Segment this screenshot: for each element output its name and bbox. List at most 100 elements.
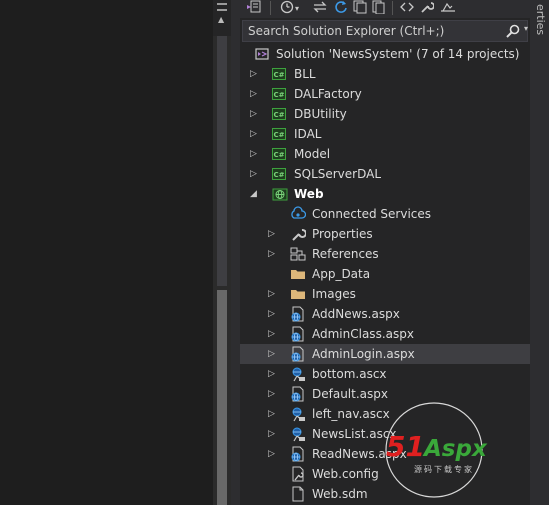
tree-item-bll[interactable]: ▷ C# BLL bbox=[240, 64, 530, 84]
collapsed-arrow-icon[interactable]: ▷ bbox=[268, 428, 278, 440]
tree-item-label: Solution 'NewsSystem' (7 of 14 projects) bbox=[276, 47, 520, 61]
collapsed-arrow-icon[interactable]: ▷ bbox=[268, 328, 278, 340]
tree-item-app-data[interactable]: App_Data bbox=[240, 264, 530, 284]
collapsed-arrow-icon[interactable]: ▷ bbox=[250, 88, 260, 100]
tree-item-label: DALFactory bbox=[294, 87, 362, 101]
scrollbar-top: ▲ bbox=[213, 0, 231, 36]
editor-area bbox=[0, 0, 213, 505]
tree-item-model[interactable]: ▷ C# Model bbox=[240, 144, 530, 164]
scrollbar-thumb[interactable] bbox=[217, 290, 227, 505]
solution-icon bbox=[254, 46, 270, 62]
tree-item-label: App_Data bbox=[312, 267, 371, 281]
collapsed-arrow-icon[interactable]: ▷ bbox=[268, 308, 278, 320]
toolbar-separator-2 bbox=[392, 1, 393, 15]
collapsed-arrow-icon[interactable]: ▷ bbox=[268, 388, 278, 400]
aspx-page-icon bbox=[290, 346, 306, 362]
tree-item-label: AdminLogin.aspx bbox=[312, 347, 415, 361]
collapsed-arrow-icon[interactable]: ▷ bbox=[268, 368, 278, 380]
tree-item-label: AdminClass.aspx bbox=[312, 327, 414, 341]
search-icon[interactable] bbox=[505, 23, 521, 39]
properties-tab-label: erties bbox=[534, 4, 547, 36]
aspx-page-icon bbox=[290, 326, 306, 342]
tree-item-idal[interactable]: ▷ C# IDAL bbox=[240, 124, 530, 144]
properties-wrench-icon[interactable] bbox=[420, 0, 434, 14]
collapsed-arrow-icon[interactable]: ▷ bbox=[268, 288, 278, 300]
watermark-brand: Aspx bbox=[422, 436, 488, 462]
tree-item-web[interactable]: ◢ Web bbox=[240, 184, 530, 204]
tree-item-label: Web.sdm bbox=[312, 487, 368, 501]
preview-selected-items-icon[interactable] bbox=[439, 0, 457, 14]
tree-item-label: BLL bbox=[294, 67, 316, 81]
csharp-project-icon: C# bbox=[272, 166, 288, 182]
csharp-project-icon: C# bbox=[272, 126, 288, 142]
tree-item-label: Images bbox=[312, 287, 356, 301]
tree-item-label: Default.aspx bbox=[312, 387, 388, 401]
tree-item-solution-newssystem-7-of-14-projects[interactable]: Solution 'NewsSystem' (7 of 14 projects) bbox=[240, 44, 530, 64]
expanded-arrow-icon[interactable]: ◢ bbox=[250, 188, 260, 200]
tree-item-properties[interactable]: ▷ Properties bbox=[240, 224, 530, 244]
collapsed-arrow-icon[interactable]: ▷ bbox=[268, 228, 278, 240]
collapsed-arrow-icon[interactable]: ▷ bbox=[250, 68, 260, 80]
scroll-up-arrow-icon[interactable]: ▲ bbox=[218, 16, 224, 24]
properties-side-tab[interactable]: erties bbox=[530, 0, 549, 505]
watermark-num: 51 bbox=[386, 430, 425, 463]
collapsed-arrow-icon[interactable]: ▷ bbox=[268, 448, 278, 460]
watermark-subtitle: 源码下载专家 bbox=[414, 464, 474, 474]
tree-item-label: Properties bbox=[312, 227, 373, 241]
collapsed-arrow-icon[interactable]: ▷ bbox=[268, 248, 278, 260]
tree-item-references[interactable]: ▷ References bbox=[240, 244, 530, 264]
tree-item-sqlserverdal[interactable]: ▷ C# SQLServerDAL bbox=[240, 164, 530, 184]
tree-item-label: Model bbox=[294, 147, 331, 161]
aspx-page-icon bbox=[290, 386, 306, 402]
scrollbar-track bbox=[217, 36, 227, 286]
tree-item-label: SQLServerDAL bbox=[294, 167, 382, 181]
search-solution-explorer-input[interactable]: Search Solution Explorer (Ctrl+;) ▾ bbox=[242, 20, 528, 42]
ascx-control-icon bbox=[290, 406, 306, 422]
pending-changes-filter-icon[interactable] bbox=[280, 0, 294, 14]
collapsed-arrow-icon[interactable]: ▷ bbox=[250, 148, 260, 160]
search-options-chevron-icon[interactable]: ▾ bbox=[524, 24, 528, 33]
connected-services-icon bbox=[290, 206, 307, 222]
split-handle-icon[interactable] bbox=[217, 3, 227, 5]
switch-views-icon[interactable] bbox=[246, 0, 264, 14]
sync-with-active-document-icon[interactable] bbox=[313, 0, 327, 14]
collapsed-arrow-icon[interactable]: ▷ bbox=[268, 348, 278, 360]
split-handle-icon-2[interactable] bbox=[217, 9, 227, 11]
tree-item-adminclass-aspx[interactable]: ▷ AdminClass.aspx bbox=[240, 324, 530, 344]
wrench-icon bbox=[290, 226, 307, 242]
view-code-icon[interactable] bbox=[400, 0, 414, 14]
tree-item-dalfactory[interactable]: ▷ C# DALFactory bbox=[240, 84, 530, 104]
csharp-project-icon: C# bbox=[272, 86, 288, 102]
collapsed-arrow-icon[interactable]: ▷ bbox=[250, 108, 260, 120]
panel-splitter[interactable] bbox=[231, 0, 240, 505]
collapsed-arrow-icon[interactable]: ▷ bbox=[250, 168, 260, 180]
tree-item-adminlogin-aspx[interactable]: ▷ AdminLogin.aspx bbox=[240, 344, 530, 364]
toolbar-separator bbox=[270, 1, 271, 15]
folder-icon bbox=[290, 286, 306, 302]
config-file-icon bbox=[290, 466, 306, 482]
tree-item-bottom-ascx[interactable]: ▷ bottom.ascx bbox=[240, 364, 530, 384]
collapse-all-icon[interactable] bbox=[353, 0, 367, 14]
tree-item-label: left_nav.ascx bbox=[312, 407, 390, 421]
references-icon bbox=[290, 246, 306, 262]
refresh-icon[interactable] bbox=[334, 0, 348, 14]
tree-item-label: AddNews.aspx bbox=[312, 307, 400, 321]
solution-explorer-toolbar: ▾ bbox=[240, 0, 530, 18]
tree-item-dbutility[interactable]: ▷ C# DBUtility bbox=[240, 104, 530, 124]
aspx-page-icon bbox=[290, 306, 306, 322]
tree-item-label: IDAL bbox=[294, 127, 322, 141]
dropdown-chevron-icon[interactable]: ▾ bbox=[295, 2, 299, 16]
ascx-control-icon bbox=[290, 366, 306, 382]
tree-item-connected-services[interactable]: Connected Services bbox=[240, 204, 530, 224]
tree-item-addnews-aspx[interactable]: ▷ AddNews.aspx bbox=[240, 304, 530, 324]
editor-scrollbar[interactable]: ▲ bbox=[213, 0, 231, 505]
collapsed-arrow-icon[interactable]: ▷ bbox=[268, 408, 278, 420]
show-all-files-icon[interactable] bbox=[371, 0, 385, 14]
tree-item-label: DBUtility bbox=[294, 107, 347, 121]
collapsed-arrow-icon[interactable]: ▷ bbox=[250, 128, 260, 140]
web-project-icon bbox=[272, 186, 288, 202]
tree-item-images[interactable]: ▷ Images bbox=[240, 284, 530, 304]
tree-item-label: bottom.ascx bbox=[312, 367, 387, 381]
tree-item-label: Web bbox=[294, 187, 324, 201]
csharp-project-icon: C# bbox=[272, 66, 288, 82]
